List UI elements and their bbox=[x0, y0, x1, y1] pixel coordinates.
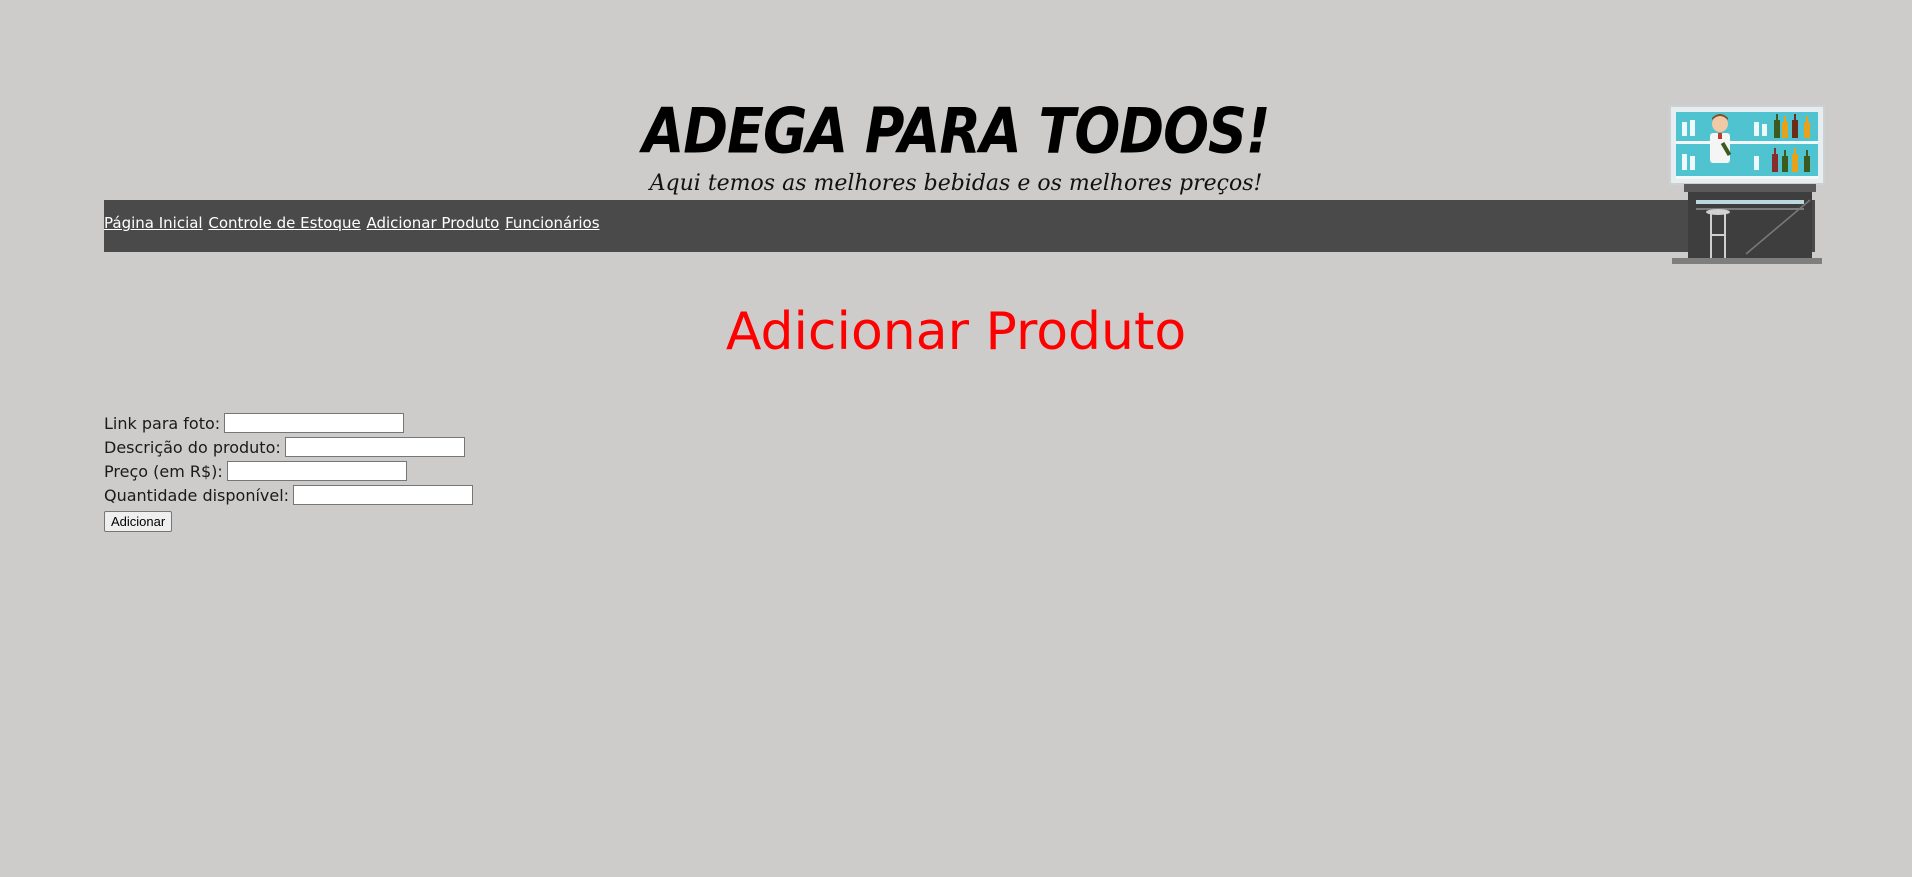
price-row: Preço (em R$): bbox=[104, 459, 473, 483]
site-subtitle: Aqui temos as melhores bebidas e os melh… bbox=[649, 171, 1263, 196]
price-input[interactable] bbox=[226, 461, 407, 481]
add-button[interactable]: Adicionar bbox=[104, 510, 173, 532]
quantity-input[interactable] bbox=[293, 485, 474, 505]
page-heading: Adicionar Produto bbox=[725, 302, 1187, 362]
nav-link-home[interactable]: Página Inicial bbox=[104, 214, 203, 232]
submit-row: Adicionar bbox=[104, 509, 473, 533]
description-input[interactable] bbox=[284, 437, 465, 457]
nav-links: Página Inicial Controle de Estoque Adici… bbox=[104, 213, 601, 233]
price-label: Preço (em R$): bbox=[104, 461, 223, 481]
add-product-form: Link para foto: Descrição do produto: Pr… bbox=[104, 411, 474, 533]
nav-link-add-product[interactable]: Adicionar Produto bbox=[367, 214, 500, 232]
photo-link-label: Link para foto: bbox=[104, 413, 221, 433]
description-label: Descrição do produto: bbox=[104, 437, 281, 457]
photo-link-input[interactable] bbox=[224, 413, 405, 433]
site-title: ADEGA PARA TODOS! bbox=[642, 95, 1271, 168]
navbar: Página Inicial Controle de Estoque Adici… bbox=[104, 200, 1815, 252]
bartender-illustration-icon bbox=[1666, 104, 1828, 268]
quantity-label: Quantidade disponível: bbox=[104, 485, 290, 505]
nav-link-employees[interactable]: Funcionários bbox=[505, 214, 599, 232]
quantity-row: Quantidade disponível: bbox=[104, 483, 474, 507]
page: ADEGA PARA TODOS! Aqui temos as melhores… bbox=[0, 0, 1912, 877]
nav-link-stock-control[interactable]: Controle de Estoque bbox=[208, 214, 360, 232]
photo-link-row: Link para foto: bbox=[104, 411, 473, 435]
description-row: Descrição do produto: bbox=[104, 435, 473, 459]
